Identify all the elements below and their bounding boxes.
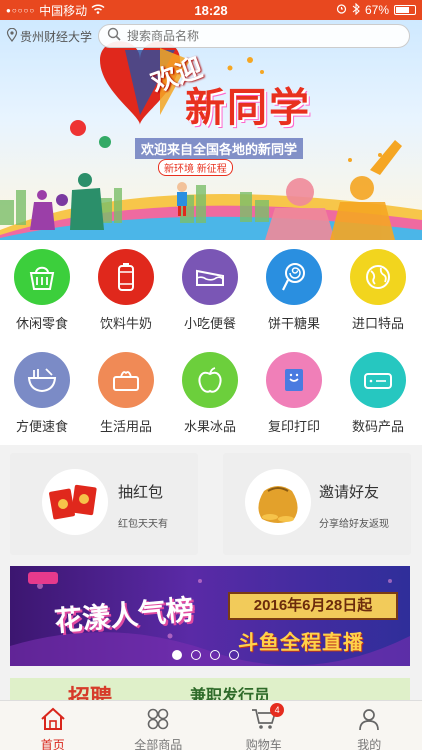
lollipop-icon — [266, 249, 322, 305]
router-icon — [350, 352, 406, 408]
promo-red-packet[interactable]: 抽红包 红包天天有 — [10, 453, 198, 555]
tab-home[interactable]: 首页 — [0, 701, 106, 750]
search-icon — [107, 27, 121, 46]
drink-can-icon — [98, 249, 154, 305]
bluetooth-icon — [352, 2, 360, 18]
tab-bar: 首页 全部商品 4 购物车 我的 — [0, 700, 422, 750]
carousel-dot[interactable] — [229, 650, 239, 660]
category-daily-goods[interactable]: 生活用品 — [84, 352, 168, 435]
location-pin-icon — [6, 27, 18, 45]
ad-recruit-headline: 招聘 — [68, 685, 113, 702]
status-bar: ●○○○○ 中国移动 18:28 67% — [0, 0, 422, 20]
promo-title: 抽红包 — [118, 484, 164, 501]
tab-label: 购物车 — [245, 738, 282, 750]
location-selector[interactable]: 贵州财经大学 — [6, 27, 98, 45]
category-snacks[interactable]: 休闲零食 — [0, 249, 84, 332]
banner-tag: 新环境 新征程 — [158, 159, 233, 176]
printer-icon — [266, 352, 322, 408]
tab-label: 全部商品 — [134, 738, 183, 750]
user-icon — [357, 707, 381, 734]
category-label: 生活用品 — [99, 419, 152, 434]
category-imported[interactable]: 进口特品 — [336, 249, 420, 332]
apple-icon — [182, 352, 238, 408]
category-label: 小吃便餐 — [183, 316, 236, 331]
category-instant-food[interactable]: 方便速食 — [0, 352, 84, 435]
clock: 18:28 — [194, 2, 228, 18]
promo-invite-friends[interactable]: 邀请好友 分享给好友返现 — [223, 453, 411, 555]
category-candy[interactable]: 饼干糖果 — [252, 249, 336, 332]
battery-icon — [394, 5, 416, 15]
category-label: 水果冰品 — [183, 419, 236, 434]
tab-label: 首页 — [40, 738, 65, 750]
hero-banner[interactable]: 欢迎 新同学 欢迎来自全国各地的新同学 新环境 新征程 贵州财经大学 — [0, 20, 422, 240]
wifi-icon — [91, 3, 105, 17]
ad-recruit-banner[interactable]: 招聘 兼职发行员 — [10, 678, 410, 702]
search-row: 贵州财经大学 — [0, 22, 422, 50]
red-packet-icon — [42, 469, 108, 535]
carrier-name: 中国移动 — [39, 3, 88, 18]
battery-percent: 67% — [364, 3, 389, 17]
promo-subtitle: 分享给好友返现 — [319, 519, 389, 530]
category-label: 数码产品 — [351, 419, 404, 434]
tab-me[interactable]: 我的 — [317, 701, 422, 750]
category-label: 饼干糖果 — [267, 316, 320, 331]
ad-date: 2016年6月28日起 — [228, 592, 398, 620]
carousel-dot[interactable] — [210, 650, 220, 660]
home-icon — [39, 707, 67, 734]
promo-title: 邀请好友 — [319, 484, 380, 501]
promo-subtitle: 红包天天有 — [118, 519, 168, 530]
location-label: 贵州财经大学 — [20, 29, 93, 44]
banner-subtitle: 欢迎来自全国各地的新同学 — [135, 138, 304, 159]
tab-label: 我的 — [357, 738, 382, 750]
basket-icon — [14, 249, 70, 305]
status-left: ●○○○○ 中国移动 — [6, 2, 105, 19]
category-meals[interactable]: 小吃便餐 — [168, 249, 252, 332]
globe-icon — [350, 249, 406, 305]
grid-circles-icon — [146, 707, 170, 734]
category-label: 方便速食 — [15, 419, 68, 434]
category-label: 休闲零食 — [15, 316, 68, 331]
carousel-dot[interactable] — [191, 650, 201, 660]
category-drinks[interactable]: 饮料牛奶 — [84, 249, 168, 332]
tab-all-products[interactable]: 全部商品 — [106, 701, 212, 750]
cart-badge: 4 — [270, 703, 285, 717]
banner-title: 新同学 — [185, 86, 311, 130]
search-input[interactable] — [127, 29, 401, 43]
category-fruit-ice[interactable]: 水果冰品 — [168, 352, 252, 435]
category-label: 饮料牛奶 — [99, 316, 152, 331]
category-label: 复印打印 — [267, 419, 320, 434]
alarm-icon — [336, 3, 347, 17]
noodle-bowl-icon — [14, 352, 70, 408]
category-grid: 休闲零食 饮料牛奶 小吃便餐 饼干糖果 进口特品 方便速食 生活用品 水果冰品 … — [0, 240, 422, 445]
cake-slice-icon — [182, 249, 238, 305]
carousel-indicator — [172, 650, 239, 660]
category-digital[interactable]: 数码产品 — [336, 352, 420, 435]
status-right: 67% — [336, 2, 416, 18]
tissue-box-icon — [98, 352, 154, 408]
ad-live-text: 斗鱼全程直播 — [238, 632, 364, 654]
tab-cart[interactable]: 4 购物车 — [211, 701, 317, 750]
category-printing[interactable]: 复印打印 — [252, 352, 336, 435]
signal-icon: ●○○○○ — [6, 5, 36, 15]
category-label: 进口特品 — [351, 316, 404, 331]
money-bag-icon — [245, 469, 311, 535]
carousel-dot[interactable] — [172, 650, 182, 660]
ad-recruit-text: 兼职发行员 — [190, 688, 271, 702]
search-bar[interactable] — [98, 24, 410, 48]
